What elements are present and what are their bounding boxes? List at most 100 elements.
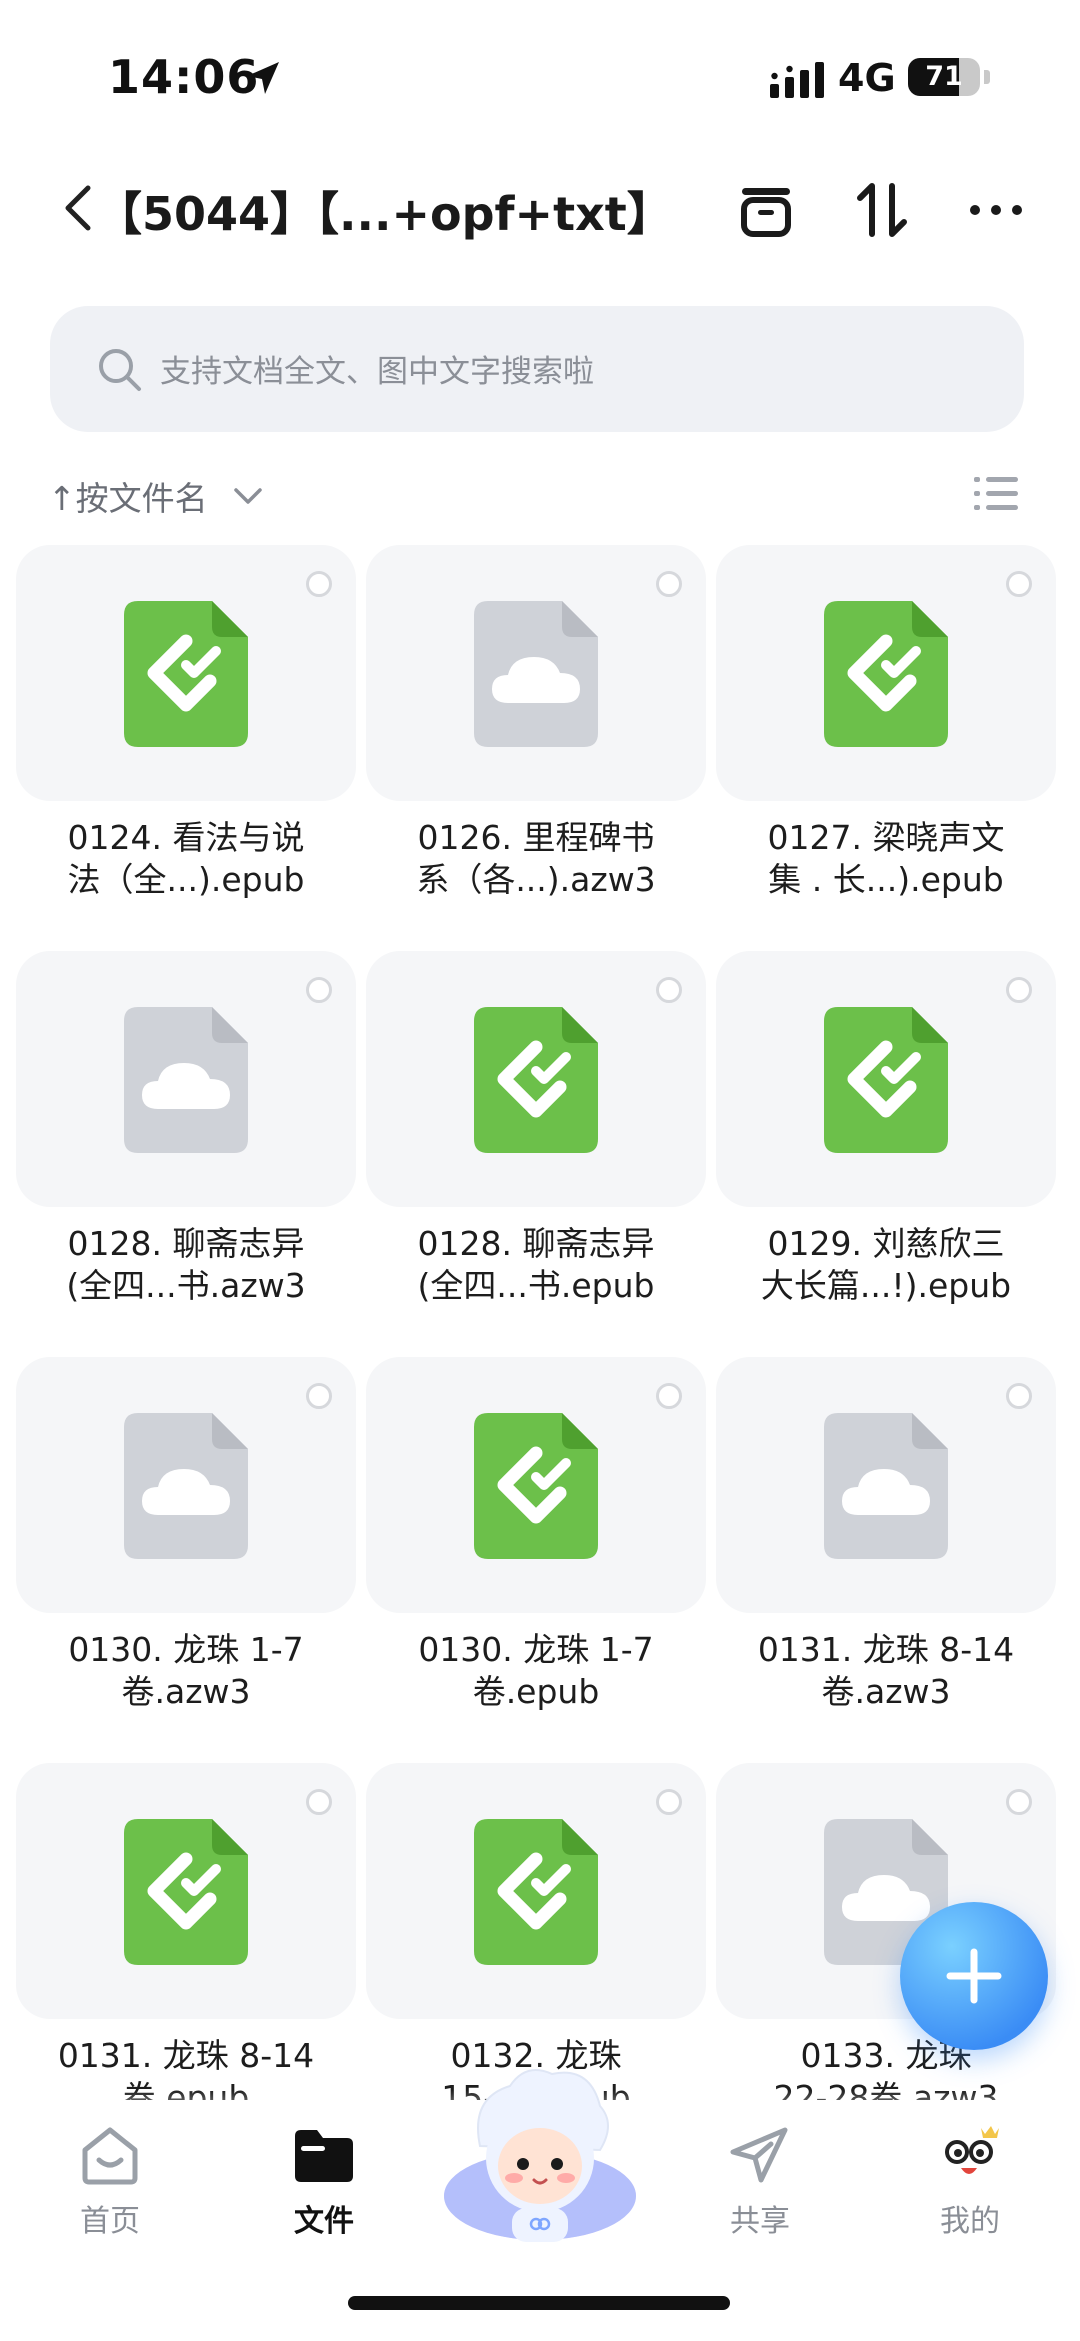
status-bar: 14:06 4G 71 xyxy=(0,40,1080,120)
battery-icon: 71 xyxy=(908,58,980,96)
file-thumbnail[interactable] xyxy=(366,1763,706,2019)
file-thumbnail[interactable] xyxy=(716,545,1056,801)
search-icon xyxy=(99,349,141,391)
sort-arrows-icon[interactable] xyxy=(852,180,912,240)
sort-by-filename-button[interactable]: ↑按文件名 xyxy=(48,472,208,520)
epub-file-icon xyxy=(474,1819,598,1965)
page-title: 【5044】【...+opf+txt】 xyxy=(96,187,673,241)
file-thumbnail[interactable] xyxy=(716,1357,1056,1613)
epub-file-icon xyxy=(124,601,248,747)
send-icon xyxy=(730,2127,788,2183)
file-name-line2: 卷.epub xyxy=(472,1672,600,1711)
file-name-line1: 0127. 梁晓声文 xyxy=(767,818,1005,857)
file-thumbnail[interactable] xyxy=(16,545,356,801)
nav-label-me: 我的 xyxy=(940,2204,1000,2239)
epub-file-icon xyxy=(824,1007,948,1153)
plus-icon xyxy=(946,1948,1002,2004)
file-name-line2: 集 . 长...).epub xyxy=(768,860,1004,899)
nav-item-home[interactable]: 首页 xyxy=(30,2122,190,2240)
nav-item-files[interactable]: 文件 xyxy=(244,2122,404,2240)
file-name-line2: 系（各...).azw3 xyxy=(416,860,656,899)
file-thumbnail[interactable] xyxy=(366,951,706,1207)
chevron-down-icon[interactable] xyxy=(232,480,264,512)
file-name: 0130. 龙珠 1-7 卷.epub xyxy=(366,1629,706,1713)
file-thumbnail[interactable] xyxy=(16,1763,356,2019)
status-time: 14:06 xyxy=(108,50,260,104)
file-name-line2: 卷.azw3 xyxy=(821,1672,951,1711)
file-thumbnail[interactable] xyxy=(366,545,706,801)
select-radio[interactable] xyxy=(1006,1383,1032,1409)
file-thumbnail[interactable] xyxy=(16,1357,356,1613)
home-indicator xyxy=(348,2296,730,2310)
nav-label-share: 共享 xyxy=(730,2204,790,2239)
file-thumbnail[interactable] xyxy=(716,951,1056,1207)
file-name: 0124. 看法与说 法（全...).epub xyxy=(16,817,356,901)
file-name: 0128. 聊斋志异 (全四...书.epub xyxy=(366,1223,706,1307)
file-name: 0128. 聊斋志异 (全四...书.azw3 xyxy=(16,1223,356,1307)
select-radio[interactable] xyxy=(1006,571,1032,597)
file-name-line2: 大长篇...!).epub xyxy=(760,1266,1012,1305)
home-icon xyxy=(82,2127,138,2185)
file-name: 0126. 里程碑书 系（各...).azw3 xyxy=(366,817,706,901)
file-name: 0130. 龙珠 1-7 卷.azw3 xyxy=(16,1629,356,1713)
file-name-line2: 卷.azw3 xyxy=(121,1672,251,1711)
search-input[interactable]: 支持文档全文、图中文字搜索啦 xyxy=(50,306,1024,432)
battery-tip xyxy=(984,70,990,84)
chevron-left-icon[interactable] xyxy=(58,180,98,236)
file-name-line1: 0129. 刘慈欣三 xyxy=(767,1224,1005,1263)
file-name-line1: 0126. 里程碑书 xyxy=(417,818,655,857)
nav-label-files: 文件 xyxy=(294,2204,354,2239)
list-view-icon[interactable] xyxy=(974,474,1018,514)
nav-label-home: 首页 xyxy=(80,2204,140,2239)
nav-item-share[interactable]: 共享 xyxy=(680,2122,840,2240)
search-placeholder: 支持文档全文、图中文字搜索啦 xyxy=(160,354,594,390)
cloud-file-icon xyxy=(124,1413,248,1559)
epub-file-icon xyxy=(824,601,948,747)
select-radio[interactable] xyxy=(1006,977,1032,1003)
file-name-line1: 0128. 聊斋志异 xyxy=(417,1224,655,1263)
select-radio[interactable] xyxy=(306,1383,332,1409)
file-name-line2: (全四...书.epub xyxy=(417,1266,655,1305)
file-name-line1: 0130. 龙珠 1-7 xyxy=(418,1630,654,1669)
cellular-signal-icon xyxy=(770,62,824,98)
file-name-line1: 0131. 龙珠 8-14 xyxy=(57,2036,315,2075)
header: 【5044】【...+opf+txt】 xyxy=(0,160,1080,260)
cloud-file-icon xyxy=(124,1007,248,1153)
file-thumbnail[interactable] xyxy=(366,1357,706,1613)
network-type: 4G xyxy=(838,56,896,100)
select-radio[interactable] xyxy=(656,1789,682,1815)
nav-item-me[interactable]: 我的 xyxy=(890,2122,1050,2240)
select-radio[interactable] xyxy=(1006,1789,1032,1815)
epub-file-icon xyxy=(474,1007,598,1153)
select-radio[interactable] xyxy=(306,1789,332,1815)
select-radio[interactable] xyxy=(656,1383,682,1409)
profile-face-icon xyxy=(945,2126,999,2174)
battery-level: 71 xyxy=(925,61,963,92)
file-name-line1: 0128. 聊斋志异 xyxy=(67,1224,305,1263)
file-thumbnail[interactable] xyxy=(16,951,356,1207)
epub-file-icon xyxy=(124,1819,248,1965)
more-dots-icon[interactable] xyxy=(966,180,1026,240)
select-radio[interactable] xyxy=(656,571,682,597)
file-name: 0129. 刘慈欣三 大长篇...!).epub xyxy=(716,1223,1056,1307)
file-name-line1: 0131. 龙珠 8-14 xyxy=(757,1630,1015,1669)
file-name: 0131. 龙珠 8-14 卷.azw3 xyxy=(716,1629,1056,1713)
mascot-icon[interactable] xyxy=(440,2058,640,2248)
file-name: 0127. 梁晓声文集 . 长...).epub xyxy=(716,817,1056,901)
location-arrow-icon xyxy=(247,62,279,94)
file-name-line2: (全四...书.azw3 xyxy=(66,1266,306,1305)
cloud-file-icon xyxy=(474,601,598,747)
epub-file-icon xyxy=(474,1413,598,1559)
file-name-line2: 法（全...).epub xyxy=(67,860,305,899)
folder-icon xyxy=(295,2130,353,2182)
file-name-line1: 0124. 看法与说 xyxy=(67,818,305,857)
select-radio[interactable] xyxy=(306,571,332,597)
cloud-file-icon xyxy=(824,1413,948,1559)
archive-box-icon[interactable] xyxy=(736,180,796,240)
select-radio[interactable] xyxy=(656,977,682,1003)
add-file-button[interactable] xyxy=(900,1902,1048,2050)
screen: 14:06 4G 71 【5044】【...+opf+txt】 支持文档全文、图… xyxy=(0,0,1080,2341)
select-radio[interactable] xyxy=(306,977,332,1003)
sort-row: ↑按文件名 xyxy=(48,472,1028,522)
file-name-line1: 0130. 龙珠 1-7 xyxy=(68,1630,304,1669)
